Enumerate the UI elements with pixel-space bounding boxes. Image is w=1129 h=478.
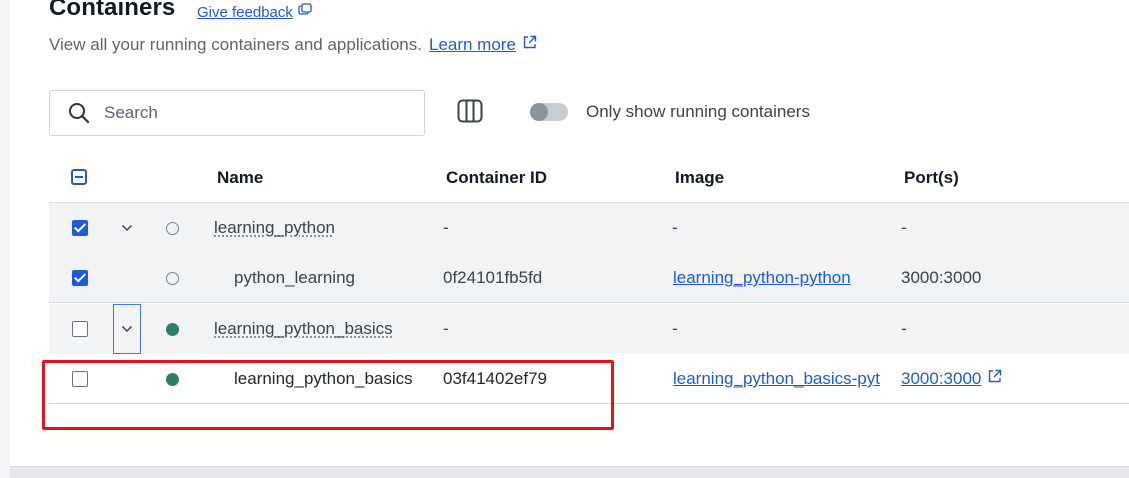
row-ports: - [901,218,907,237]
row-container-id: 03f41402ef79 [443,369,547,388]
column-header-container-id[interactable]: Container ID [446,168,547,188]
column-header-image[interactable]: Image [675,168,724,188]
external-link-icon [522,35,537,55]
row-ports: - [901,319,907,338]
column-header-ports[interactable]: Port(s) [904,168,959,188]
row-container-id: - [443,319,449,338]
row-name[interactable]: learning_python [214,218,335,238]
status-running-icon [166,323,179,336]
row-ports-link[interactable]: 3000:3000 [901,369,1002,389]
give-feedback-link[interactable]: Give feedback [197,3,312,21]
chevron-down-icon [121,219,133,237]
feedback-icon [298,3,312,21]
table-row[interactable]: learning_python_basics 03f41402ef79 lear… [49,354,1129,404]
row-container-id: 0f24101fb5fd [443,268,543,287]
footer-bar [10,466,1129,478]
column-header-name[interactable]: Name [217,168,263,188]
status-running-icon [166,373,179,386]
row-name[interactable]: learning_python_basics [234,369,413,389]
table-row[interactable]: python_learning 0f24101fb5fd learning_py… [49,253,1129,303]
external-link-icon [987,369,1002,389]
learn-more-link[interactable]: Learn more [429,35,537,55]
running-only-toggle[interactable] [530,103,568,121]
subtitle-text: View all your running containers and app… [49,35,422,54]
expand-toggle[interactable] [113,203,141,253]
columns-toggle-button[interactable] [455,99,485,127]
row-image: - [672,218,678,237]
table-header: Name Container ID Image Port(s) [49,153,1129,203]
status-stopped-icon [166,222,179,235]
left-rail [0,0,10,478]
search-icon [68,102,90,124]
page-title: Containers [49,0,176,21]
row-container-id: - [443,218,449,237]
give-feedback-label: Give feedback [197,3,293,21]
table-row[interactable]: learning_python_basics - - - [49,304,1129,354]
row-name[interactable]: learning_python_basics [214,319,393,339]
row-image: - [672,319,678,338]
toggle-knob [530,103,548,121]
row-checkbox[interactable] [72,371,88,387]
row-ports: 3000:3000 [901,268,982,287]
page-subtitle: View all your running containers and app… [49,35,537,55]
search-box [49,90,425,136]
row-checkbox[interactable] [72,321,88,337]
running-only-label: Only show running containers [586,102,810,121]
columns-icon [457,99,483,128]
learn-more-label: Learn more [428,35,516,54]
containers-page: Containers Give feedback View all your r… [0,0,1129,478]
ports-label: 3000:3000 [901,369,982,388]
select-all-checkbox[interactable] [71,169,87,185]
row-checkbox[interactable] [72,220,88,236]
table-row[interactable]: learning_python - - - [49,203,1129,253]
search-input[interactable] [104,103,404,123]
chevron-down-icon [121,320,133,338]
row-image-link[interactable]: learning_python_basics-pyt [673,369,891,389]
row-image-link[interactable]: learning_python-python [673,268,851,288]
row-checkbox[interactable] [72,270,88,286]
expand-toggle[interactable] [113,304,141,354]
status-stopped-icon [166,272,179,285]
row-name[interactable]: python_learning [234,268,355,288]
